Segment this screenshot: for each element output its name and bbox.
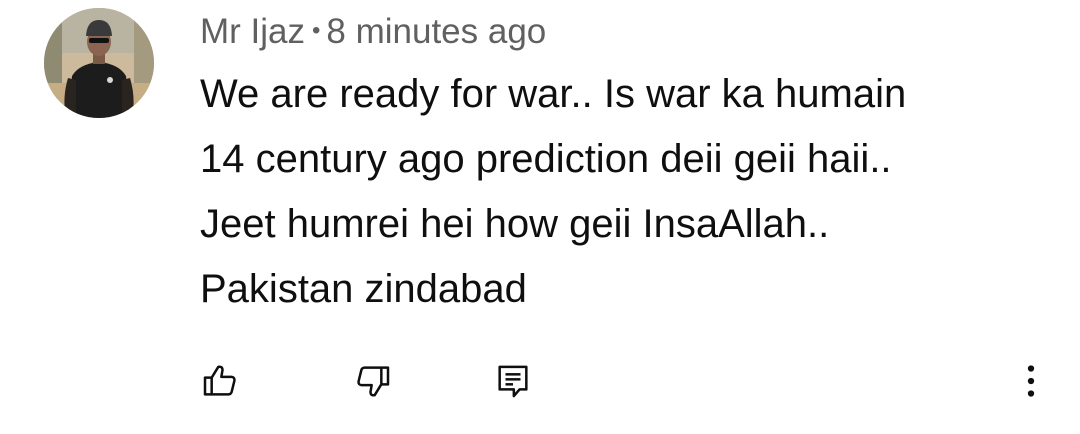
comment-meta: Mr Ijaz • 8 minutes ago [200,10,546,53]
more-options-button[interactable] [1006,356,1056,406]
comment-text: We are ready for war.. Is war ka humain … [200,62,1040,322]
comment-item: Mr Ijaz • 8 minutes ago We are ready for w… [0,0,1080,434]
more-vertical-icon [1027,365,1035,397]
reply-comment-icon [498,365,528,398]
avatar-image [44,8,154,118]
like-button[interactable] [195,356,245,406]
meta-separator: • [312,17,321,44]
thumbs-up-icon [203,365,236,396]
reply-button[interactable] [488,356,538,406]
comment-action-bar [0,356,1080,406]
thumbs-down-icon [357,366,390,397]
comment-timestamp[interactable]: 8 minutes ago [326,12,546,51]
comment-text-line: 14 century ago prediction deii geii haii… [200,137,892,181]
comment-text-line: Jeet humrei hei how geii InsaAllah.. [200,202,830,246]
author-name[interactable]: Mr Ijaz [200,12,305,51]
dislike-button[interactable] [348,356,398,406]
comment-text-line: We are ready for war.. Is war ka humain [200,72,907,116]
comment-text-line: Pakistan zindabad [200,267,527,311]
avatar[interactable] [44,8,154,118]
